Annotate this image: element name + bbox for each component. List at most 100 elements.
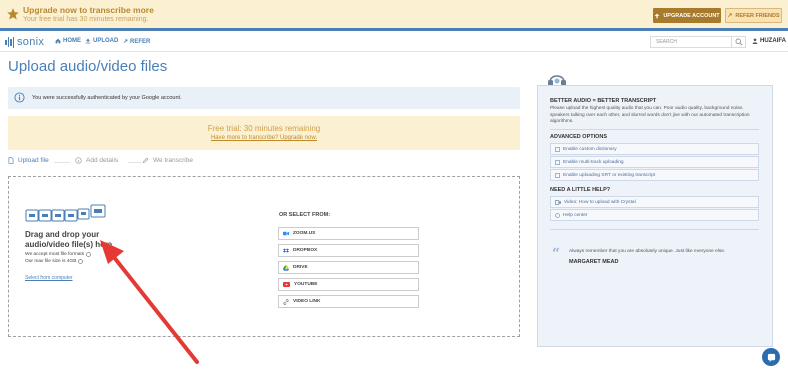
media-files-icon — [25, 204, 106, 222]
zoom-icon — [283, 231, 289, 236]
select-from-computer-link[interactable]: Select from computer — [25, 275, 73, 281]
user-icon — [752, 38, 758, 44]
banner-subtitle: Your free trial has 30 minutes remaining… — [23, 16, 149, 23]
source-youtube-button[interactable]: YOUTUBE — [278, 278, 419, 291]
source-drive-label: DRIVE — [293, 265, 308, 270]
auth-message-text: You were successfully authenticated by y… — [32, 95, 182, 101]
search-divider — [731, 37, 732, 47]
video-icon — [555, 199, 561, 205]
nav-refer-label: REFER — [130, 38, 151, 45]
max-size-note: Our max file size is 4GB — [25, 259, 84, 264]
step-connector — [128, 162, 142, 163]
upgrade-banner: Upgrade now to transcribe more Your free… — [0, 0, 788, 31]
help-center-link[interactable]: Help center — [550, 209, 759, 221]
source-drive-button[interactable]: DRIVE — [278, 261, 419, 274]
enable-custom-dictionary[interactable]: Enable custom dictionary — [550, 143, 759, 155]
formats-text: We accept most file formats — [25, 252, 85, 257]
pencil-icon — [142, 157, 149, 164]
info-circle-icon — [75, 157, 82, 164]
step-upload-label: Upload file — [18, 157, 49, 164]
advanced-options-title: ADVANCED OPTIONS — [550, 134, 608, 140]
youtube-icon — [283, 282, 290, 287]
help-video-label: Video: How to upload with Crystal — [564, 199, 636, 205]
help-icon — [555, 212, 560, 218]
share-icon: ↗ — [123, 39, 129, 45]
upgrade-account-label: UPGRADE ACCOUNT — [663, 12, 720, 19]
upload-icon — [85, 38, 91, 44]
trial-notice: Free trial: 30 minutes remaining Have mo… — [8, 116, 520, 150]
nav-home[interactable]: HOME — [55, 38, 81, 44]
source-zoom-label: ZOOM.US — [293, 231, 316, 236]
step-add-details: Add details — [75, 157, 118, 164]
better-audio-title: BETTER AUDIO = BETTER TRANSCRIPT — [550, 98, 657, 104]
upload-steps: Upload file Add details We transcribe — [8, 156, 520, 168]
tips-sidebar: BETTER AUDIO = BETTER TRANSCRIPT Please … — [537, 85, 773, 347]
search-placeholder: SEARCH — [656, 39, 677, 45]
help-video-link[interactable]: Video: How to upload with Crystal — [550, 196, 759, 208]
drop-heading: Drag and drop your audio/video file(s) h… — [25, 230, 113, 249]
document-icon — [555, 172, 560, 178]
step-connector — [54, 162, 70, 163]
source-youtube-label: YOUTUBE — [294, 282, 318, 287]
quote-icon: “ — [552, 246, 561, 262]
home-icon — [55, 38, 61, 44]
sonix-logo[interactable]: sonix — [5, 36, 44, 48]
step-we-transcribe: We transcribe — [142, 157, 193, 164]
dictionary-icon — [555, 146, 560, 152]
multi-track-icon — [555, 159, 560, 165]
chat-icon — [767, 353, 775, 362]
link-icon — [283, 298, 289, 305]
trial-title: Free trial: 30 minutes remaining — [207, 124, 321, 133]
nav-refer[interactable]: ↗ REFER — [123, 38, 151, 46]
user-name: HUZAIFA — [760, 38, 786, 44]
divider — [550, 229, 759, 230]
logo-bars-icon — [5, 36, 14, 48]
enable-srt-upload-label: Enable uploading SRT or existing transcr… — [563, 172, 656, 178]
google-drive-icon — [283, 264, 289, 271]
enable-multi-track-label: Enable multi-track uploading — [563, 159, 624, 165]
step-details-label: Add details — [86, 157, 119, 164]
source-video-link-button[interactable]: VIDEO LINK — [278, 295, 419, 308]
nav-home-label: HOME — [63, 38, 81, 44]
user-menu[interactable]: HUZAIFA — [752, 38, 786, 44]
help-circle-icon[interactable] — [78, 259, 84, 264]
help-title: NEED A LITTLE HELP? — [550, 187, 611, 193]
nav-upload-label: UPLOAD — [93, 38, 119, 44]
file-drop-zone[interactable]: Drag and drop your audio/video file(s) h… — [8, 176, 520, 337]
enable-multi-track[interactable]: Enable multi-track uploading — [550, 156, 759, 168]
search-box[interactable]: SEARCH — [650, 36, 746, 48]
formats-note: We accept most file formats — [25, 252, 91, 257]
or-select-heading: OR SELECT FROM: — [279, 212, 331, 218]
enable-custom-dictionary-label: Enable custom dictionary — [563, 146, 617, 152]
logo-text: sonix — [17, 36, 45, 48]
banner-title: Upgrade now to transcribe more — [23, 5, 154, 15]
search-icon[interactable] — [735, 38, 743, 46]
upgrade-account-button[interactable]: UPGRADE ACCOUNT — [653, 8, 721, 23]
source-dropbox-label: DROPBOX — [293, 248, 318, 253]
star-icon — [7, 8, 19, 20]
help-circle-icon[interactable] — [86, 252, 91, 257]
page-title: Upload audio/video files — [8, 58, 168, 75]
upgrade-link[interactable]: Have more to transcribe? Upgrade now. — [8, 135, 520, 141]
file-icon — [8, 157, 14, 164]
upload-arrow-icon — [654, 13, 660, 18]
quote-text: Always remember that you are absolutely … — [569, 249, 726, 254]
source-video-link-label: VIDEO LINK — [293, 299, 321, 304]
info-icon — [14, 92, 25, 103]
help-center-label: Help center — [563, 212, 588, 218]
nav-upload[interactable]: UPLOAD — [85, 38, 118, 44]
refer-friends-label: REFER FRIENDS — [735, 12, 780, 19]
top-nav: sonix HOME UPLOAD ↗ REFER SEARCH HUZAIFA — [0, 31, 788, 52]
auth-message: You were successfully authenticated by y… — [8, 87, 520, 109]
step-upload-file: Upload file — [8, 157, 49, 164]
source-zoom-button[interactable]: ZOOM.US — [278, 227, 419, 240]
step-transcribe-label: We transcribe — [153, 157, 193, 164]
max-size-text: Our max file size is 4GB — [25, 259, 77, 264]
quote-author: MARGARET MEAD — [569, 259, 619, 265]
better-audio-text: Please upload the highest quality audio … — [550, 106, 750, 124]
chat-support-button[interactable] — [762, 348, 780, 366]
share-icon: ↗ — [727, 13, 733, 19]
enable-srt-upload[interactable]: Enable uploading SRT or existing transcr… — [550, 169, 759, 181]
refer-friends-button[interactable]: ↗ REFER FRIENDS — [725, 8, 782, 23]
source-dropbox-button[interactable]: DROPBOX — [278, 244, 419, 257]
